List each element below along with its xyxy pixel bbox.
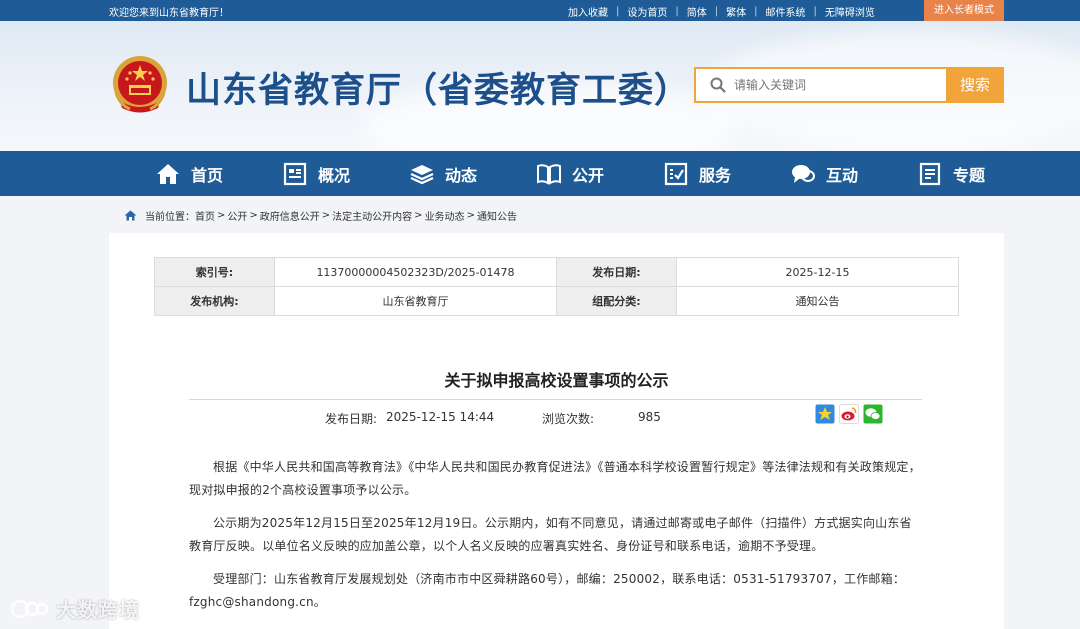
add-favorite-link[interactable]: 加入收藏 xyxy=(560,4,616,19)
org-label: 发布机构: xyxy=(154,286,275,316)
breadcrumb-prefix: 当前位置： xyxy=(145,212,195,223)
search-box[interactable] xyxy=(694,67,946,103)
content-card: 索引号: 11370000004502323D/2025-01478 发布日期:… xyxy=(109,233,1004,629)
index-label: 索引号: xyxy=(154,257,275,287)
mail-system-link[interactable]: 邮件系统 xyxy=(758,4,814,19)
index-value: 11370000004502323D/2025-01478 xyxy=(274,257,557,287)
nav-item-news[interactable]: 动态 xyxy=(409,151,536,196)
chat-icon xyxy=(792,164,815,183)
category-value: 通知公告 xyxy=(676,286,959,316)
divider: | xyxy=(813,6,817,17)
nav-label: 首页 xyxy=(191,165,224,185)
nav-label: 概况 xyxy=(318,165,351,185)
site-header: 山东省教育厅（省委教育工委） 搜索 xyxy=(0,21,1080,151)
breadcrumb: 当前位置： 首页 > 公开 > 政府信息公开 > 法定主动公开内容 > 业务动态 > 通知… xyxy=(124,208,517,223)
publish-date-label: 发布日期: xyxy=(325,412,378,426)
nav-label: 动态 xyxy=(445,165,478,185)
nav-label: 公开 xyxy=(572,165,605,185)
main-nav: 首页 概况 动态 公开 服务 互动 专题 xyxy=(0,151,1080,196)
article-paragraph: 根据《中华人民共和国高等教育法》《中华人民共和国民办教育促进法》《普通本科学校设… xyxy=(189,460,921,497)
nav-label: 互动 xyxy=(826,165,859,185)
divider: | xyxy=(714,6,719,17)
article-title: 关于拟申报高校设置事项的公示 xyxy=(444,371,669,390)
accessibility-link[interactable]: 无障碍浏览 xyxy=(817,4,883,19)
article-paragraph: 公示期为2025年12月15日至2025年12月19日。公示期内，如有不同意见，… xyxy=(189,516,912,553)
overview-icon xyxy=(283,162,307,185)
nav-item-overview[interactable]: 概况 xyxy=(282,151,409,196)
nav-item-home[interactable]: 首页 xyxy=(155,151,282,196)
divider: | xyxy=(754,6,758,17)
views-count: 985 xyxy=(638,410,661,424)
set-homepage-link[interactable]: 设为首页 xyxy=(619,4,675,19)
share-wechat-icon[interactable] xyxy=(863,404,883,424)
table-row: 索引号: 11370000004502323D/2025-01478 发布日期:… xyxy=(154,257,959,287)
date-label: 发布日期: xyxy=(556,257,677,287)
topic-icon xyxy=(919,162,941,185)
breadcrumb-item-notice[interactable]: 通知公告 xyxy=(477,208,517,223)
simplified-chinese-link[interactable]: 简体 xyxy=(679,4,715,19)
share-qzone-icon[interactable] xyxy=(815,404,835,424)
date-value: 2025-12-15 xyxy=(676,257,959,287)
divider: | xyxy=(616,6,620,17)
divider: | xyxy=(675,6,679,17)
org-value: 山东省教育厅 xyxy=(274,286,557,316)
home-icon xyxy=(124,210,137,221)
watermark-logo-icon xyxy=(10,599,49,618)
news-icon xyxy=(410,164,434,184)
publish-date-value: 2025-12-15 14:44 xyxy=(386,410,495,424)
traditional-chinese-link[interactable]: 繁体 xyxy=(718,4,754,19)
welcome-text: 欢迎您来到山东省教育厅！ xyxy=(109,8,229,19)
divider xyxy=(189,399,922,400)
nav-item-service[interactable]: 服务 xyxy=(663,151,790,196)
nav-item-topic[interactable]: 专题 xyxy=(917,151,1044,196)
search-button[interactable]: 搜索 xyxy=(946,67,1004,103)
breadcrumb-item-gov-info[interactable]: 政府信息公开 xyxy=(260,208,320,223)
home-icon xyxy=(157,163,179,184)
search-input[interactable] xyxy=(734,78,924,92)
category-label: 组配分类: xyxy=(556,286,677,316)
watermark-text: 大数跨境 xyxy=(56,598,140,622)
breadcrumb-item-business[interactable]: 业务动态 xyxy=(425,208,465,223)
elder-mode-button[interactable]: 进入长者模式 xyxy=(924,0,1004,21)
views-label: 浏览次数: xyxy=(542,412,595,426)
breadcrumb-item-statutory[interactable]: 法定主动公开内容 xyxy=(332,208,412,223)
breadcrumb-item-home[interactable]: 首页 xyxy=(195,208,215,223)
watermark: 大数跨境 xyxy=(10,594,140,623)
table-row: 发布机构: 山东省教育厅 组配分类: 通知公告 xyxy=(154,286,959,316)
share-weibo-icon[interactable] xyxy=(839,404,859,424)
search-bar: 搜索 xyxy=(694,67,1004,103)
top-links: 加入收藏 | 设为首页 | 简体 | 繁体 | 邮件系统 | 无障碍浏览 xyxy=(560,4,883,19)
service-icon xyxy=(664,162,688,185)
book-icon xyxy=(537,163,561,185)
article-paragraph: 受理部门：山东省教育厅发展规划处（济南市市中区舜耕路60号），邮编：250002… xyxy=(189,572,906,609)
search-icon xyxy=(710,77,726,93)
top-bar: 欢迎您来到山东省教育厅！ 加入收藏 | 设为首页 | 简体 | 繁体 | 邮件系统 | 无… xyxy=(0,0,1080,21)
meta-table: 索引号: 11370000004502323D/2025-01478 发布日期:… xyxy=(154,257,959,316)
nav-label: 服务 xyxy=(699,165,732,185)
site-title: 山东省教育厅（省委教育工委） xyxy=(186,71,691,111)
nav-item-interact[interactable]: 互动 xyxy=(790,151,917,196)
nav-label: 专题 xyxy=(953,165,986,185)
nav-item-public[interactable]: 公开 xyxy=(536,151,663,196)
breadcrumb-item-public[interactable]: 公开 xyxy=(227,208,247,223)
national-emblem-icon xyxy=(113,56,167,113)
